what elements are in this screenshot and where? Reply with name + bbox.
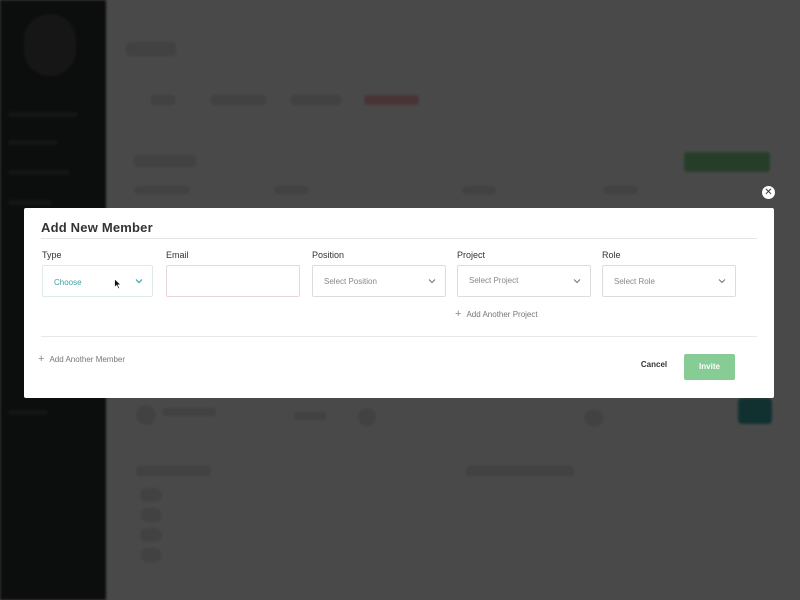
add-another-member-label: Add Another Member: [49, 355, 126, 364]
modal-title: Add New Member: [41, 220, 153, 235]
chevron-down-icon: [573, 279, 581, 284]
role-select[interactable]: Select Role: [602, 265, 736, 297]
position-select-placeholder: Select Position: [324, 277, 377, 286]
chevron-down-icon: [135, 279, 143, 284]
role-label: Role: [602, 250, 621, 260]
mouse-cursor-icon: [114, 278, 122, 290]
type-label: Type: [42, 250, 62, 260]
project-select[interactable]: Select Project: [457, 265, 591, 297]
email-field[interactable]: [166, 265, 300, 297]
invite-button[interactable]: Invite: [684, 354, 735, 380]
role-select-placeholder: Select Role: [614, 277, 655, 286]
close-icon: ✕: [764, 187, 773, 198]
add-another-member-link[interactable]: + Add Another Member: [38, 353, 125, 365]
type-select-value: Choose: [54, 278, 82, 287]
project-select-placeholder: Select Project: [469, 276, 519, 285]
email-label: Email: [166, 250, 189, 260]
chevron-down-icon: [428, 279, 436, 284]
add-another-project-label: Add Another Project: [466, 310, 538, 319]
section-divider: [41, 336, 757, 337]
title-divider: [41, 238, 757, 239]
chevron-down-icon: [718, 279, 726, 284]
position-label: Position: [312, 250, 345, 260]
cancel-button[interactable]: Cancel: [632, 355, 676, 375]
type-select[interactable]: Choose: [42, 265, 153, 297]
close-button[interactable]: ✕: [762, 186, 775, 199]
position-select[interactable]: Select Position: [312, 265, 446, 297]
plus-icon: +: [38, 353, 45, 365]
plus-icon: +: [455, 308, 462, 320]
add-member-modal: Add New Member Type Choose Email Positio…: [24, 208, 774, 398]
project-label: Project: [457, 250, 486, 260]
add-another-project-link[interactable]: + Add Another Project: [455, 308, 538, 320]
